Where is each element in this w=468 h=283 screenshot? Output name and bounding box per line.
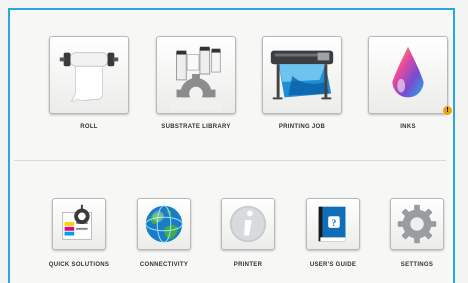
printer-button[interactable]	[221, 198, 275, 250]
printing-job-button[interactable]	[262, 36, 342, 114]
connectivity-button[interactable]	[137, 198, 191, 250]
printer-label: PRINTER	[233, 262, 263, 268]
info-icon	[229, 205, 267, 243]
connectivity-label: CONNECTIVITY	[139, 262, 189, 268]
users-guide-label: USER'S GUIDE	[309, 262, 357, 268]
gear-icon	[397, 204, 437, 244]
roll-button[interactable]	[49, 36, 129, 114]
substrate-library-icon	[170, 46, 222, 112]
paper-roll-icon	[59, 52, 119, 102]
svg-text:?: ?	[332, 218, 337, 229]
globe-icon	[145, 205, 183, 243]
settings-button[interactable]	[390, 198, 444, 250]
inks-label: INKS	[400, 124, 416, 130]
ink-warning-icon: !	[443, 106, 452, 115]
substrate-library-label: SUBSTRATE LIBRARY	[161, 124, 231, 130]
quick-solutions-button[interactable]	[52, 198, 106, 250]
inks-button[interactable]	[368, 36, 448, 114]
ink-drop-icon	[392, 46, 424, 98]
settings-label: SETTINGS	[400, 262, 434, 268]
row-divider	[14, 160, 446, 161]
printing-job-label: PRINTING JOB	[278, 124, 326, 130]
large-format-printer-icon	[270, 50, 334, 100]
users-guide-button[interactable]: ?	[306, 198, 360, 250]
quick-solutions-icon	[62, 204, 92, 240]
quick-solutions-label: QUICK SOLUTIONS	[48, 262, 110, 268]
book-icon: ?	[318, 206, 346, 242]
substrate-library-button[interactable]	[156, 36, 236, 114]
roll-label: ROLL	[80, 124, 98, 130]
